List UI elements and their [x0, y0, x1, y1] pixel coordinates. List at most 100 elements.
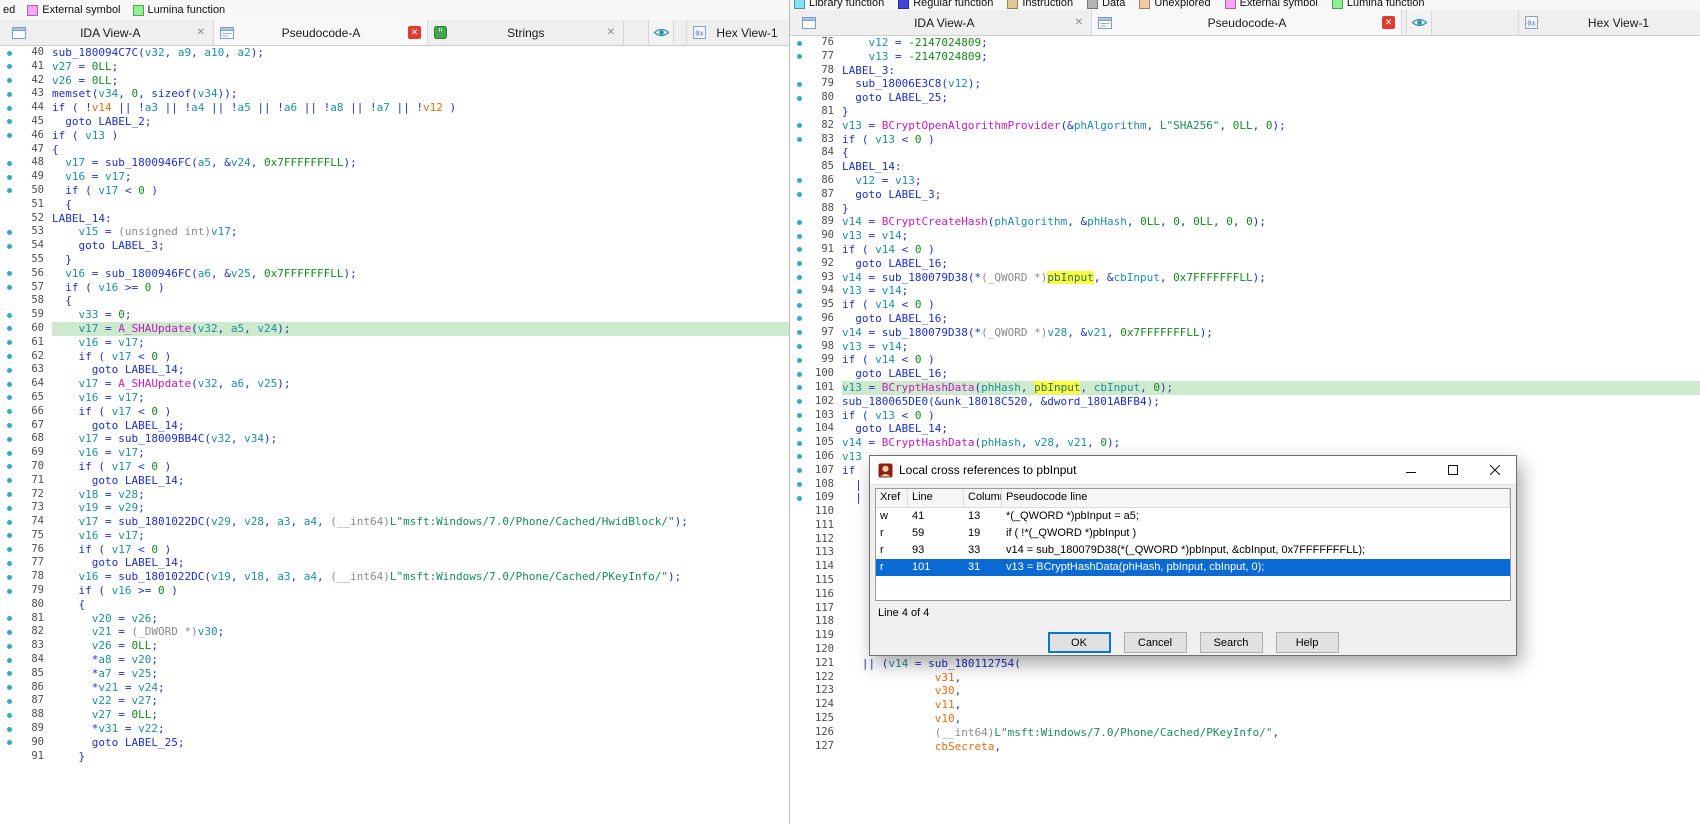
- code-line[interactable]: 86 *v21 = v24;: [0, 681, 789, 695]
- code-line[interactable]: 78LABEL_3:: [790, 64, 1700, 78]
- minimize-button[interactable]: [1390, 456, 1432, 484]
- maximize-button[interactable]: [1432, 456, 1474, 484]
- code-line[interactable]: 41v27 = 0LL;: [0, 60, 789, 74]
- close-button[interactable]: [1474, 456, 1516, 484]
- xref-row[interactable]: r5919if ( !*(_QWORD *)pbInput ): [876, 525, 1510, 542]
- code-line[interactable]: 46if ( v13 ): [0, 129, 789, 143]
- column-header-pseudocode-line[interactable]: Pseudocode line: [1002, 489, 1510, 507]
- code-line[interactable]: 98v13 = v14;: [790, 340, 1700, 354]
- code-line[interactable]: 77 goto LABEL_14;: [0, 556, 789, 570]
- tab-pseudocode-a[interactable]: Pseudocode-A✕: [1092, 10, 1402, 35]
- code-line[interactable]: 87 v22 = v27;: [0, 694, 789, 708]
- code-line[interactable]: 55 }: [0, 253, 789, 267]
- window-list-icon[interactable]: [648, 20, 674, 45]
- code-line[interactable]: 57 if ( v16 >= 0 ): [0, 281, 789, 295]
- code-line[interactable]: 70 if ( v17 < 0 ): [0, 460, 789, 474]
- code-line[interactable]: 126 (__int64)L"msft:Windows/7.0/Phone/Ca…: [790, 726, 1700, 740]
- code-line[interactable]: 74 v17 = sub_1801022DC(v29, v28, a3, a4,…: [0, 515, 789, 529]
- code-line[interactable]: 53 v15 = (unsigned int)v17;: [0, 225, 789, 239]
- code-line[interactable]: 104 goto LABEL_14;: [790, 422, 1700, 436]
- tab-close-icon[interactable]: ✕: [1073, 17, 1085, 28]
- tab-close-icon[interactable]: ✕: [408, 26, 421, 39]
- code-line[interactable]: 66 if ( v17 < 0 ): [0, 405, 789, 419]
- right-pseudocode-view[interactable]: 76 v12 = -2147024809;77 v13 = -214702480…: [790, 36, 1700, 824]
- code-line[interactable]: 49 v16 = v17;: [0, 170, 789, 184]
- code-line[interactable]: 96 goto LABEL_16;: [790, 312, 1700, 326]
- code-line[interactable]: 83if ( v13 < 0 ): [790, 133, 1700, 147]
- code-line[interactable]: 89 *v31 = v22;: [0, 722, 789, 736]
- code-line[interactable]: 87 goto LABEL_3;: [790, 188, 1700, 202]
- code-line[interactable]: 43memset(v34, 0, sizeof(v34));: [0, 87, 789, 101]
- code-line[interactable]: 100 goto LABEL_16;: [790, 367, 1700, 381]
- code-line[interactable]: 78 v16 = sub_1801022DC(v19, v18, a3, a4,…: [0, 570, 789, 584]
- code-line[interactable]: 64 v17 = A_SHAUpdate(v32, a6, v25);: [0, 377, 789, 391]
- code-line[interactable]: 81 v20 = v26;: [0, 612, 789, 626]
- tab-strings[interactable]: "Strings✕: [428, 20, 624, 45]
- code-line[interactable]: 56 v16 = sub_1800946FC(a6, &v25, 0x7FFFF…: [0, 267, 789, 281]
- code-line[interactable]: 79 if ( v16 >= 0 ): [0, 584, 789, 598]
- code-line[interactable]: 67 goto LABEL_14;: [0, 419, 789, 433]
- code-line[interactable]: 85 *a7 = v25;: [0, 667, 789, 681]
- help-button[interactable]: Help: [1276, 632, 1339, 653]
- code-line[interactable]: 47{: [0, 143, 789, 157]
- code-line[interactable]: 81}: [790, 105, 1700, 119]
- code-line[interactable]: 88}: [790, 202, 1700, 216]
- code-line[interactable]: 90 goto LABEL_25;: [0, 736, 789, 750]
- search-button[interactable]: Search: [1200, 632, 1263, 653]
- code-line[interactable]: 79 sub_18006E3C8(v12);: [790, 77, 1700, 91]
- cancel-button[interactable]: Cancel: [1124, 632, 1187, 653]
- tab-close-icon[interactable]: ✕: [195, 27, 207, 38]
- code-line[interactable]: 75 v16 = v17;: [0, 529, 789, 543]
- code-line[interactable]: 94v13 = v14;: [790, 284, 1700, 298]
- tab-ida-view-a[interactable]: IDA View-A✕: [6, 20, 214, 45]
- code-line[interactable]: 65 v16 = v17;: [0, 391, 789, 405]
- tab-hex-view-1[interactable]: 0xHex View-1: [686, 20, 789, 45]
- code-line[interactable]: 82 v21 = (_DWORD *)v30;: [0, 625, 789, 639]
- code-line[interactable]: 44if ( !v14 || !a3 || !a4 || !a5 || !a6 …: [0, 101, 789, 115]
- code-line[interactable]: 45 goto LABEL_2;: [0, 115, 789, 129]
- code-line[interactable]: 73 v19 = v29;: [0, 501, 789, 515]
- code-line[interactable]: 91 }: [0, 750, 789, 764]
- code-line[interactable]: 52LABEL_14:: [0, 212, 789, 226]
- code-line[interactable]: 90v13 = v14;: [790, 229, 1700, 243]
- ok-button[interactable]: OK: [1048, 632, 1111, 653]
- column-header-line[interactable]: Line: [908, 489, 964, 507]
- code-line[interactable]: 68 v17 = sub_18009BB4C(v32, v34);: [0, 432, 789, 446]
- code-line[interactable]: 80 {: [0, 598, 789, 612]
- code-line[interactable]: 76 if ( v17 < 0 ): [0, 543, 789, 557]
- code-line[interactable]: 86 v12 = v13;: [790, 174, 1700, 188]
- code-line[interactable]: 125 v10,: [790, 712, 1700, 726]
- code-line[interactable]: 91if ( v14 < 0 ): [790, 243, 1700, 257]
- code-line[interactable]: 62 if ( v17 < 0 ): [0, 350, 789, 364]
- code-line[interactable]: 89v14 = BCryptCreateHash(phAlgorithm, &p…: [790, 215, 1700, 229]
- code-line[interactable]: 50 if ( v17 < 0 ): [0, 184, 789, 198]
- code-line[interactable]: 95if ( v14 < 0 ): [790, 298, 1700, 312]
- code-line[interactable]: 102sub_180065DE0(&unk_18018C520, &dword_…: [790, 395, 1700, 409]
- code-line[interactable]: 93v14 = sub_180079D38(*(_QWORD *)pbInput…: [790, 271, 1700, 285]
- code-line[interactable]: 101v13 = BCryptHashData(phHash, pbInput,…: [790, 381, 1700, 395]
- xref-list[interactable]: XrefLineColumnPseudocode line w4113*(_QW…: [875, 488, 1511, 601]
- code-line[interactable]: 92 goto LABEL_16;: [790, 257, 1700, 271]
- tab-close-icon[interactable]: ✕: [605, 27, 617, 38]
- code-line[interactable]: 122 v31,: [790, 671, 1700, 685]
- code-line[interactable]: 76 v12 = -2147024809;: [790, 36, 1700, 50]
- code-line[interactable]: 58 {: [0, 294, 789, 308]
- tab-pseudocode-a[interactable]: Pseudocode-A✕: [214, 20, 428, 45]
- column-header-xref[interactable]: Xref: [876, 489, 908, 507]
- code-line[interactable]: 51 {: [0, 198, 789, 212]
- code-line[interactable]: 40sub_180094C7C(v32, a9, a10, a2);: [0, 46, 789, 60]
- xref-row[interactable]: r9333v14 = sub_180079D38(*(_QWORD *)pbIn…: [876, 542, 1510, 559]
- code-line[interactable]: 123 v30,: [790, 684, 1700, 698]
- code-line[interactable]: 105v14 = BCryptHashData(phHash, v28, v21…: [790, 436, 1700, 450]
- code-line[interactable]: 88 v27 = 0LL;: [0, 708, 789, 722]
- code-line[interactable]: 60 v17 = A_SHAUpdate(v32, a5, v24);: [0, 322, 789, 336]
- code-line[interactable]: 83 v26 = 0LL;: [0, 639, 789, 653]
- left-pseudocode-view[interactable]: 40sub_180094C7C(v32, a9, a10, a2);41v27 …: [0, 46, 789, 824]
- code-line[interactable]: 77 v13 = -2147024809;: [790, 50, 1700, 64]
- code-line[interactable]: 69 v16 = v17;: [0, 446, 789, 460]
- code-line[interactable]: 99if ( v14 < 0 ): [790, 353, 1700, 367]
- code-line[interactable]: 63 goto LABEL_14;: [0, 363, 789, 377]
- xref-row[interactable]: r10131v13 = BCryptHashData(phHash, pbInp…: [876, 559, 1510, 576]
- tab-ida-view-a[interactable]: IDA View-A✕: [796, 10, 1092, 35]
- code-line[interactable]: 85LABEL_14:: [790, 160, 1700, 174]
